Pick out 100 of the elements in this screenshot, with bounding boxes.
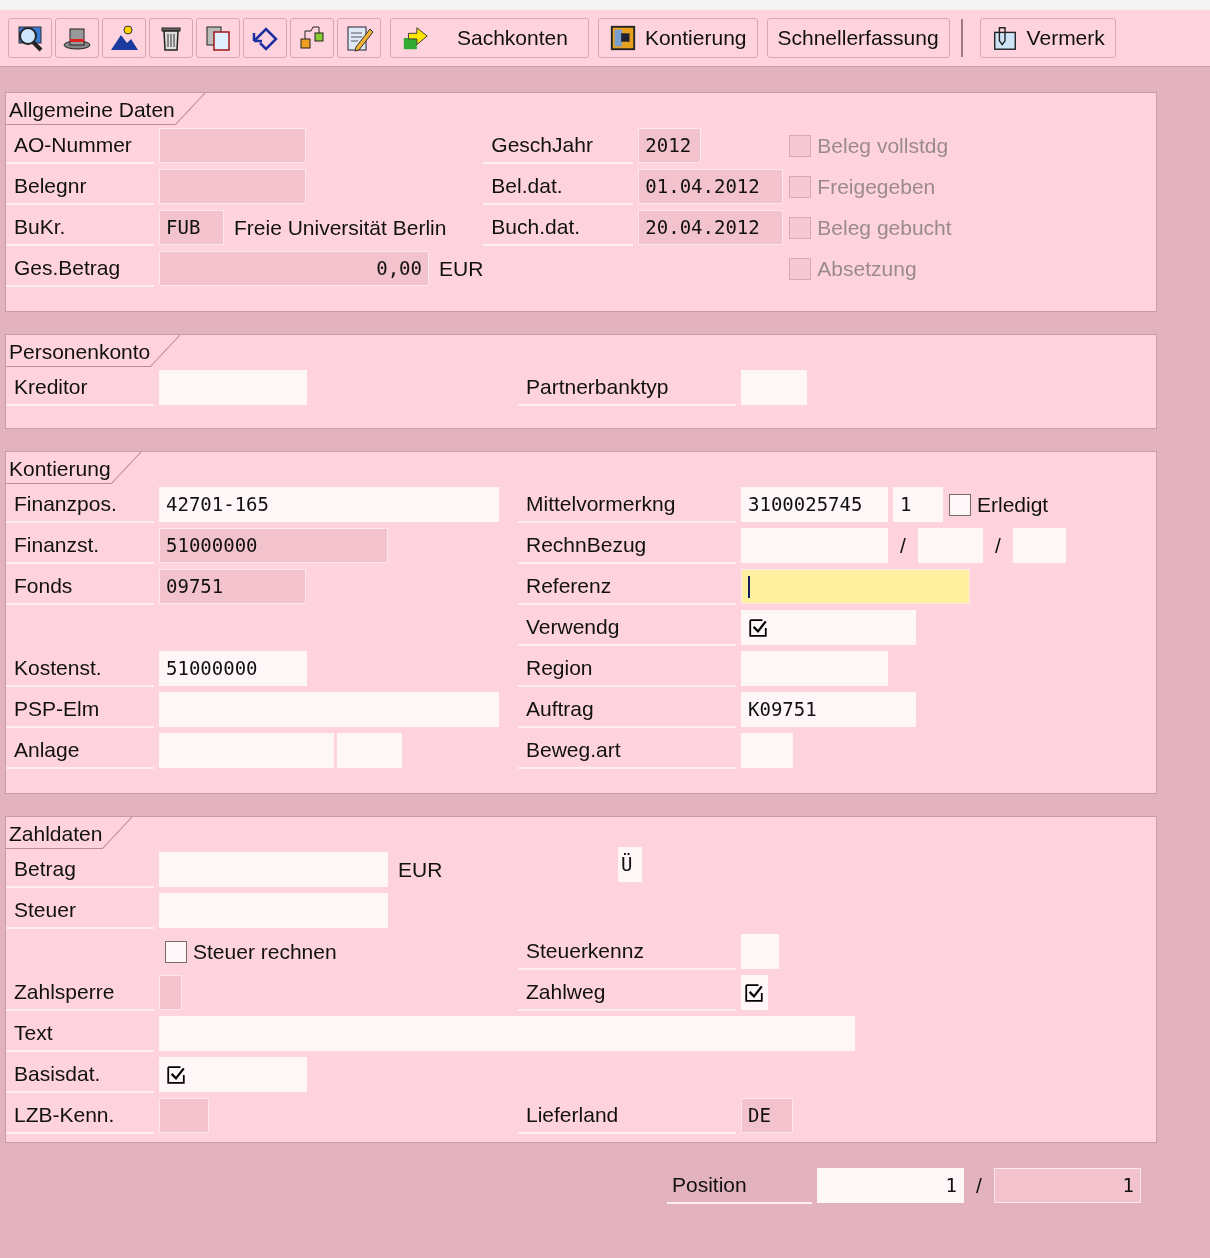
input-field[interactable] — [741, 370, 807, 405]
hierarchy-button[interactable] — [290, 18, 334, 58]
account-assignment-icon — [608, 24, 637, 52]
input-field[interactable]: FUB — [159, 210, 224, 245]
display-button[interactable] — [8, 18, 52, 58]
input-field[interactable]: Ü — [618, 847, 642, 882]
field-label: Steuerkennz — [518, 933, 736, 970]
field-label: Steuer — [6, 892, 154, 929]
field-label: BuKr. — [6, 209, 154, 246]
field-label: RechnBezug — [518, 527, 736, 564]
checkbox[interactable] — [165, 940, 187, 963]
field-label: Buch.dat. — [483, 209, 634, 246]
input-field[interactable] — [159, 733, 334, 768]
field-label: Position — [667, 1167, 812, 1204]
checkbox-label: Absetzung — [817, 256, 917, 281]
field-label: Verwendg — [518, 609, 736, 646]
input-field[interactable]: 1 — [893, 487, 943, 522]
input-field[interactable] — [918, 528, 983, 563]
field-label: Zahlweg — [518, 974, 736, 1011]
field-label: Zahlsperre — [6, 974, 154, 1011]
field-label: PSP-Elm — [6, 691, 154, 728]
input-field[interactable] — [741, 528, 888, 563]
input-field[interactable] — [159, 128, 306, 163]
checkmark-icon — [744, 982, 764, 1003]
toolbar-button[interactable]: Kontierung — [597, 18, 758, 58]
checkmark-icon — [166, 1064, 186, 1085]
currency-label: EUR — [398, 857, 443, 882]
field-label: Lieferland — [518, 1097, 736, 1134]
text-cursor — [748, 575, 750, 598]
input-field[interactable]: 1 — [817, 1168, 964, 1203]
input-field[interactable] — [337, 733, 402, 768]
section-title: Kontierung — [6, 452, 141, 484]
toolbar-button[interactable]: Vermerk — [979, 18, 1116, 58]
field-label: Basisdat. — [6, 1056, 154, 1093]
input-field[interactable] — [741, 975, 768, 1010]
input-field[interactable] — [159, 370, 307, 405]
input-field[interactable] — [741, 651, 888, 686]
field-label: Anlage — [6, 732, 154, 769]
field-label: Betrag — [6, 851, 154, 888]
input-field[interactable] — [741, 610, 916, 645]
checkbox[interactable] — [949, 493, 971, 516]
field-label: Beweg.art — [518, 732, 736, 769]
input-field[interactable]: 01.04.2012 — [638, 169, 784, 204]
field-label: Ges.Betrag — [6, 250, 154, 287]
input-field[interactable]: 3100025745 — [741, 487, 888, 522]
copy-button[interactable] — [196, 18, 240, 58]
input-field[interactable]: 09751 — [159, 569, 306, 604]
section-title: Personenkonto — [6, 335, 181, 367]
toolbar-button[interactable]: Schnellerfassung — [766, 18, 950, 58]
hat-button[interactable] — [55, 18, 99, 58]
picture-button[interactable] — [102, 18, 146, 58]
company-name: Freie Universität Berlin — [234, 215, 447, 240]
checkmark-icon — [748, 617, 768, 638]
delete-button[interactable] — [149, 18, 193, 58]
input-field[interactable] — [741, 569, 970, 604]
input-field[interactable]: 51000000 — [159, 528, 388, 563]
input-field[interactable] — [159, 893, 388, 928]
checkbox-label: Freigegeben — [817, 174, 936, 199]
input-field[interactable]: 2012 — [638, 128, 702, 163]
undo-button[interactable] — [243, 18, 287, 58]
field-label: GeschJahr — [483, 127, 634, 164]
input-field[interactable] — [159, 1016, 855, 1051]
input-field[interactable]: 20.04.2012 — [638, 210, 784, 245]
field-label: Kostenst. — [6, 650, 154, 687]
toolbar-button[interactable]: Sachkonten — [390, 18, 589, 58]
field-label: LZB-Kenn. — [6, 1097, 154, 1134]
section-title: Allgemeine Daten — [6, 93, 205, 125]
field-label: Region — [518, 650, 736, 687]
input-field[interactable] — [159, 692, 499, 727]
section-title: Zahldaten — [6, 817, 133, 849]
field-label: Partnerbanktyp — [518, 369, 736, 406]
input-field[interactable] — [159, 1057, 307, 1092]
input-field[interactable] — [1013, 528, 1066, 563]
field-label: Belegnr — [6, 168, 154, 205]
field-label: Fonds — [6, 568, 154, 605]
input-field[interactable]: 0,00 — [159, 251, 429, 286]
picture-icon — [109, 23, 139, 53]
separator-slash: / — [899, 533, 907, 558]
input-field[interactable]: 51000000 — [159, 651, 307, 686]
separator-slash: / — [994, 533, 1002, 558]
field-label: AO-Nummer — [6, 127, 154, 164]
currency-label: EUR — [439, 256, 484, 281]
input-field[interactable] — [741, 934, 779, 969]
checkbox-label: Steuer rechnen — [193, 939, 337, 964]
pencil-icon — [344, 23, 374, 53]
checkbox-label: Erledigt — [977, 492, 1049, 517]
input-field[interactable]: K09751 — [741, 692, 916, 727]
input-field[interactable]: 1 — [994, 1168, 1141, 1203]
input-field[interactable] — [159, 1098, 209, 1133]
checkbox-label: Beleg gebucht — [817, 215, 952, 240]
input-field[interactable] — [159, 852, 388, 887]
field-label: Finanzst. — [6, 527, 154, 564]
edit-button[interactable] — [337, 18, 381, 58]
input-field[interactable] — [741, 733, 793, 768]
input-field[interactable] — [159, 169, 306, 204]
input-field[interactable]: DE — [741, 1098, 793, 1133]
magnifier-icon — [15, 23, 45, 53]
input-field[interactable]: 42701-165 — [159, 487, 499, 522]
input-field[interactable] — [159, 975, 182, 1010]
field-label: Finanzpos. — [6, 486, 154, 523]
